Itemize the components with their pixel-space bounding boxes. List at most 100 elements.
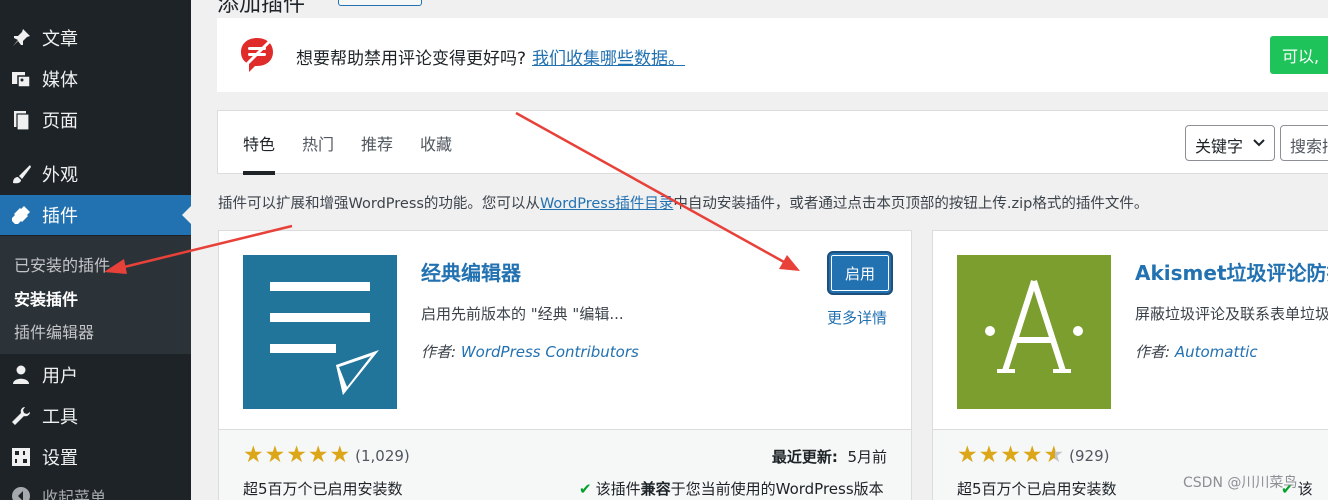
star-icon: ★ — [957, 442, 978, 468]
compat-bold: 兼容 — [640, 480, 671, 498]
page-title: 添加插件 — [217, 0, 306, 17]
search-placeholder: 搜索插 — [1290, 137, 1328, 156]
menu-label: 文章 — [42, 29, 78, 50]
star-icon: ★ — [264, 442, 286, 468]
active-installs: 超5百万个已启用安装数 — [243, 480, 403, 498]
menu-label: 页面 — [42, 111, 78, 132]
plugin-card-bottom: ★ ★ ★ ★ ★ (1,029) 超5百万个已启用安装数 最近更新: 5月前 … — [219, 429, 911, 500]
search-type-value: 关键字 — [1195, 137, 1244, 156]
last-updated: 最近更新: 5月前 — [772, 446, 887, 467]
menu-label: 用户 — [42, 366, 78, 387]
compatibility-note: ✔ 该插件兼容于您当前使用的WordPress版本 — [579, 478, 884, 499]
star-icon: ★ — [243, 442, 264, 468]
search-type-select[interactable]: 关键字 — [1185, 125, 1275, 161]
plugin-description: 启用先前版本的 "经典 "编辑... — [421, 305, 624, 323]
tab-active-indicator — [243, 171, 275, 175]
plugin-directory-link[interactable]: WordPress插件目录 — [540, 196, 673, 212]
more-details-link[interactable]: 更多详情 — [827, 307, 887, 328]
menu-label: 工具 — [42, 407, 78, 428]
plugin-filter-bar: 特色 热门 推荐 收藏 关键字 搜索插 — [217, 110, 1328, 175]
search-plugins-input[interactable]: 搜索插 — [1280, 125, 1328, 161]
classic-editor-icon[interactable] — [243, 255, 397, 409]
menu-item-plugins[interactable]: 插件 — [0, 195, 191, 235]
plugin-card-classic-editor: 经典编辑器 启用先前版本的 "经典 "编辑... 作者: WordPress C… — [218, 230, 912, 500]
media-icon — [0, 68, 42, 90]
akismet-icon[interactable] — [957, 255, 1111, 409]
description-text: 中自动安装插件，或者通过点击本页顶部的按钮上传.zip格式的插件文件。 — [673, 196, 1149, 212]
checkmark-icon: ✔ — [579, 480, 592, 498]
plugin-card-top: 经典编辑器 启用先前版本的 "经典 "编辑... 作者: WordPress C… — [219, 231, 911, 429]
plugin-author: 作者: WordPress Contributors — [421, 341, 639, 362]
plugin-author: 作者: Automattic — [1135, 341, 1258, 362]
notice-accept-button[interactable]: 可以, — [1270, 36, 1328, 74]
star-icon: ★ — [307, 442, 329, 468]
menu-item-posts[interactable]: 文章 — [0, 18, 191, 58]
tab-recommended[interactable]: 推荐 — [361, 131, 393, 155]
plugin-name[interactable]: 经典编辑器 — [421, 257, 521, 286]
menu-label: 插件 — [42, 206, 78, 227]
plug-icon — [0, 204, 42, 226]
description-text: 插件可以扩展和增强WordPress的功能。您可以从 — [218, 196, 540, 212]
author-link[interactable]: WordPress Contributors — [461, 343, 639, 361]
menu-item-tools[interactable]: 工具 — [0, 396, 191, 436]
plugins-submenu: 已安装的插件 安装插件 插件编辑器 — [0, 236, 191, 354]
star-icon: ★ — [286, 442, 307, 468]
admin-sidebar: 文章 媒体 页面 外观 插件 已安装的插件 安装插件 插件编辑器 用户 工具 设… — [0, 0, 191, 500]
plugin-card-akismet: Akismet垃圾评论防护 屏蔽垃圾评论及联系表单垃圾 作者: Automatt… — [932, 230, 1328, 500]
star-icon: ★ — [329, 442, 351, 468]
submenu-plugin-editor[interactable]: 插件编辑器 — [14, 319, 94, 343]
menu-item-appearance[interactable]: 外观 — [0, 154, 191, 194]
tab-favorites[interactable]: 收藏 — [420, 131, 452, 155]
user-icon — [0, 364, 42, 386]
star-icon: ★ — [1021, 442, 1043, 468]
chevron-down-icon — [1252, 135, 1266, 154]
notice-text: 想要帮助禁用评论变得更好吗? — [296, 49, 527, 69]
brush-icon — [0, 163, 42, 185]
watermark: CSDN @川川菜鸟 — [1183, 475, 1298, 491]
feedback-notice: 想要帮助禁用评论变得更好吗? 我们收集哪些数据。 可以, — [217, 18, 1328, 92]
menu-item-collapse[interactable]: 收起菜单 — [0, 476, 191, 500]
author-label: 作者: — [1135, 343, 1171, 361]
star-icon: ★ — [978, 442, 1000, 468]
plugin-card-top: Akismet垃圾评论防护 屏蔽垃圾评论及联系表单垃圾 作者: Automatt… — [933, 231, 1328, 429]
rating-count: (929) — [1069, 446, 1110, 465]
menu-item-pages[interactable]: 页面 — [0, 100, 191, 140]
menu-item-users[interactable]: 用户 — [0, 355, 191, 395]
plugin-description: 屏蔽垃圾评论及联系表单垃圾 — [1135, 305, 1328, 323]
author-link[interactable]: Automattic — [1175, 343, 1258, 361]
tab-popular[interactable]: 热门 — [302, 131, 334, 155]
menu-label: 收起菜单 — [42, 488, 107, 500]
notice-message: 想要帮助禁用评论变得更好吗? 我们收集哪些数据。 — [296, 44, 685, 69]
plugin-name[interactable]: Akismet垃圾评论防护 — [1135, 257, 1328, 286]
last-updated-label: 最近更新: — [771, 448, 838, 466]
last-updated-value: 5月前 — [847, 448, 887, 466]
submenu-add-plugins[interactable]: 安装插件 — [14, 286, 78, 310]
notice-data-link[interactable]: 我们收集哪些数据。 — [532, 49, 685, 69]
menu-label: 设置 — [42, 448, 78, 469]
activate-button[interactable]: 启用 — [829, 253, 891, 293]
menu-label: 媒体 — [42, 70, 78, 91]
star-rating: ★ ★ ★ ★ ★ (1,029) — [243, 444, 410, 467]
star-rating: ★ ★ ★ ★ ★ (929) — [957, 444, 1109, 467]
compat-text: 该 — [1297, 480, 1313, 498]
settings-icon — [0, 446, 42, 468]
compat-text: 该插件 — [595, 480, 641, 498]
star-icon: ★ — [1000, 442, 1021, 468]
page-icon — [0, 109, 42, 131]
menu-label: 外观 — [42, 165, 78, 186]
pin-icon — [0, 27, 42, 49]
page-description: 插件可以扩展和增强WordPress的功能。您可以从WordPress插件目录中… — [218, 192, 1148, 213]
compat-text: 于您当前使用的WordPress版本 — [670, 480, 884, 498]
rating-count: (1,029) — [355, 446, 410, 465]
disable-comments-logo-icon — [239, 36, 275, 78]
author-label: 作者: — [421, 343, 457, 361]
wrench-icon — [0, 405, 42, 427]
submenu-installed-plugins[interactable]: 已安装的插件 — [14, 252, 110, 276]
menu-item-settings[interactable]: 设置 — [0, 437, 191, 477]
tab-featured[interactable]: 特色 — [243, 131, 275, 155]
active-installs: 超5百万个已启用安装数 — [957, 480, 1117, 498]
collapse-icon — [0, 485, 42, 500]
menu-item-media[interactable]: 媒体 — [0, 59, 191, 99]
upload-plugin-button[interactable] — [338, 0, 422, 6]
star-half-icon: ★ — [1043, 442, 1065, 468]
